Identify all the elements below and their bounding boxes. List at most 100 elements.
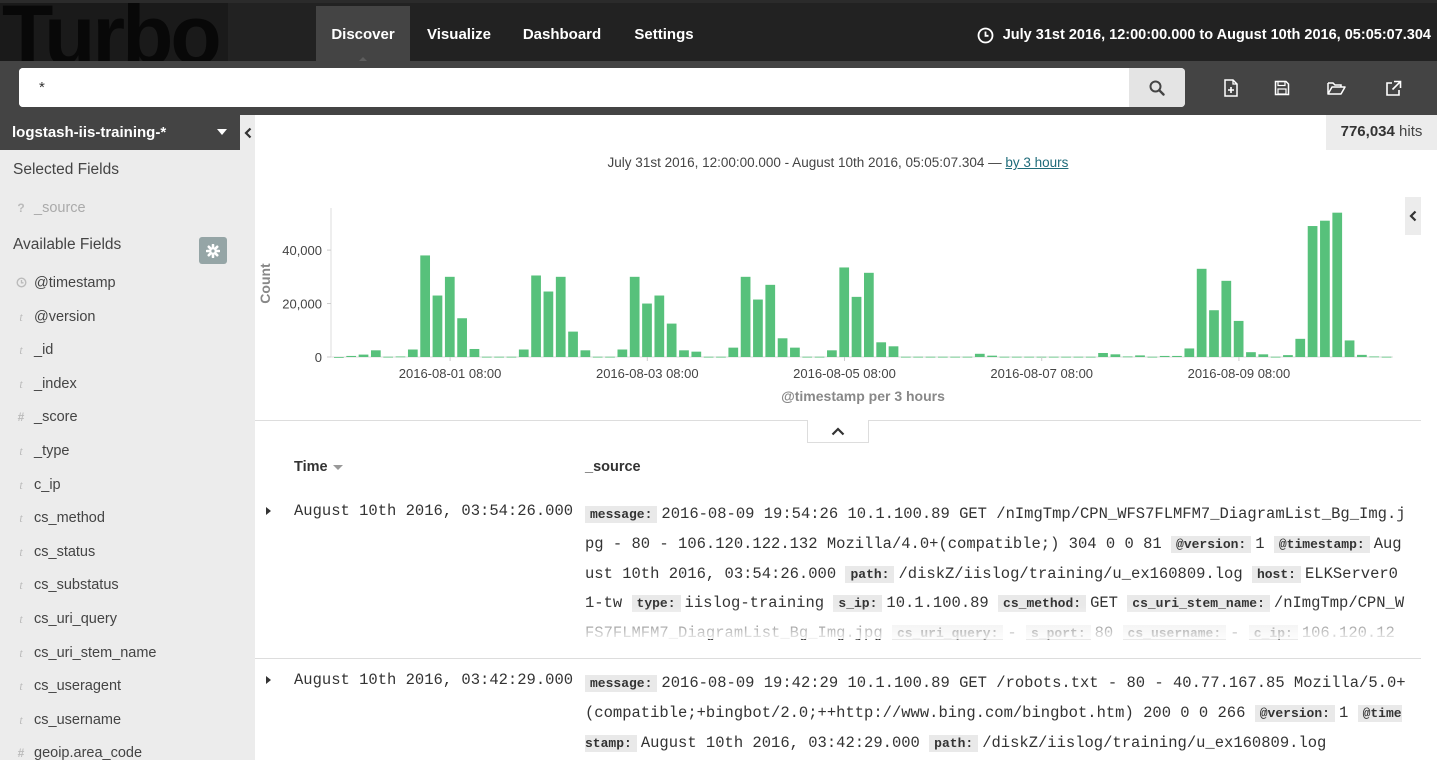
available-fields-title: Available Fields bbox=[13, 236, 122, 253]
histogram-bar bbox=[1209, 310, 1219, 357]
hit-count-label: hits bbox=[1399, 123, 1423, 140]
time-range-picker[interactable]: July 31st 2016, 12:00:00.000 to August 1… bbox=[977, 6, 1431, 64]
field-item-timestamp[interactable]: @timestamp bbox=[0, 267, 240, 299]
histogram-bar bbox=[839, 267, 850, 357]
open-search-button[interactable] bbox=[1323, 76, 1349, 100]
collapse-sidebar-button[interactable] bbox=[240, 115, 255, 150]
field-name: @timestamp bbox=[34, 275, 116, 291]
tab-discover[interactable]: Discover bbox=[316, 6, 410, 64]
search-icon bbox=[1149, 80, 1165, 96]
interval-selector-link[interactable]: by 3 hours bbox=[1005, 155, 1068, 170]
string-type-icon: t bbox=[19, 679, 23, 694]
histogram-bar bbox=[592, 356, 603, 358]
histogram-bar bbox=[444, 276, 455, 357]
x-tick-label: 2016-08-03 08:00 bbox=[596, 366, 699, 381]
histogram-bar bbox=[962, 356, 973, 358]
histogram-bar bbox=[1270, 356, 1281, 358]
tab-dashboard-label: Dashboard bbox=[522, 26, 602, 43]
histogram-bar bbox=[555, 276, 566, 357]
field-item-cs-method[interactable]: t cs_method bbox=[0, 502, 240, 534]
field-item-source[interactable]: ? _source bbox=[0, 192, 240, 224]
histogram-bar bbox=[999, 356, 1010, 358]
y-tick-label: 20,000 bbox=[282, 297, 322, 312]
histogram-bar bbox=[1085, 356, 1096, 358]
new-search-button[interactable] bbox=[1218, 76, 1244, 100]
histogram-bar bbox=[790, 347, 800, 357]
histogram-bar bbox=[925, 356, 936, 358]
share-search-button[interactable] bbox=[1380, 76, 1406, 100]
histogram-bar bbox=[937, 356, 948, 358]
string-type-icon: t bbox=[19, 511, 23, 526]
unknown-type-icon: ? bbox=[17, 201, 25, 215]
histogram-bar bbox=[679, 350, 689, 357]
hit-count-value: 776,034 bbox=[1340, 123, 1395, 140]
open-folder-icon bbox=[1326, 81, 1346, 95]
field-item-geoip-area-code[interactable]: # geoip.area_code bbox=[0, 737, 240, 760]
histogram-bar bbox=[1221, 280, 1232, 357]
index-pattern-selector[interactable]: logstash-iis-training-* bbox=[0, 115, 240, 150]
field-item-id[interactable]: t _id bbox=[0, 334, 240, 366]
histogram-bar bbox=[580, 350, 591, 357]
field-name: cs_uri_stem_name bbox=[34, 644, 157, 661]
field-item-score[interactable]: # _score bbox=[0, 401, 240, 433]
tab-visualize[interactable]: Visualize bbox=[414, 6, 504, 64]
number-type-icon: # bbox=[17, 746, 25, 760]
field-name: _source bbox=[34, 200, 86, 216]
tab-settings[interactable]: Settings bbox=[620, 6, 708, 64]
source-field-key: @version: bbox=[1171, 535, 1252, 553]
row-source: message: 2016-08-09 19:42:29 10.1.100.89 … bbox=[585, 669, 1407, 760]
top-navbar: Turbo Discover Visualize Dashboard Setti… bbox=[0, 0, 1437, 64]
field-item-cs-substatus[interactable]: t cs_substatus bbox=[0, 569, 240, 601]
field-item-cs-status[interactable]: t cs_status bbox=[0, 536, 240, 568]
collapse-right-button[interactable] bbox=[1405, 197, 1421, 235]
index-pattern-name: logstash-iis-training-* bbox=[12, 124, 167, 141]
caret-right-icon[interactable] bbox=[263, 505, 273, 517]
field-item-index[interactable]: t _index bbox=[0, 368, 240, 400]
histogram-bar bbox=[518, 349, 529, 357]
field-item-cs-uri-stem-name[interactable]: t cs_uri_stem_name bbox=[0, 637, 240, 669]
caret-right-icon[interactable] bbox=[263, 674, 273, 686]
search-button[interactable] bbox=[1129, 68, 1185, 107]
field-name: cs_username bbox=[34, 711, 122, 728]
field-item-c-ip[interactable]: t c_ip bbox=[0, 469, 240, 501]
chevron-down-icon bbox=[217, 129, 227, 135]
source-field-key: @version: bbox=[1254, 704, 1335, 722]
sort-descending-icon[interactable] bbox=[332, 464, 343, 470]
field-name: cs_status bbox=[34, 543, 96, 560]
save-icon bbox=[1274, 80, 1290, 96]
histogram-bar bbox=[1135, 355, 1145, 357]
histogram-bar bbox=[814, 356, 825, 358]
field-item-cs-username[interactable]: t cs_username bbox=[0, 704, 240, 736]
histogram-bar bbox=[1344, 340, 1355, 357]
histogram-bar bbox=[629, 276, 640, 357]
histogram-bar bbox=[358, 354, 369, 357]
search-input[interactable] bbox=[19, 68, 1129, 107]
histogram-bar bbox=[531, 275, 541, 357]
histogram-bar bbox=[1110, 354, 1121, 357]
new-document-icon bbox=[1224, 79, 1238, 97]
histogram-bar bbox=[370, 350, 381, 357]
histogram-bar bbox=[802, 356, 813, 358]
time-column-header[interactable]: Time bbox=[294, 459, 343, 475]
save-search-button[interactable] bbox=[1269, 76, 1295, 100]
string-type-icon: t bbox=[19, 343, 23, 358]
histogram-bar bbox=[1332, 212, 1343, 357]
histogram-bar bbox=[900, 356, 911, 358]
field-item-type[interactable]: t _type bbox=[0, 435, 240, 467]
field-name: _id bbox=[34, 342, 54, 359]
histogram-bar bbox=[1307, 226, 1318, 357]
table-row: August 10th 2016, 03:54:26.000 message: 2… bbox=[255, 499, 1421, 640]
histogram-bar bbox=[691, 351, 702, 357]
field-item-version[interactable]: t @version bbox=[0, 301, 240, 333]
field-item-cs-uri-query[interactable]: t cs_uri_query bbox=[0, 603, 240, 635]
histogram-bar bbox=[543, 291, 554, 357]
field-item-cs-useragent[interactable]: t cs_useragent bbox=[0, 670, 240, 702]
source-field-value: /diskZ/iislog/training/u_ex160809.log bbox=[898, 564, 1243, 583]
histogram-bar bbox=[1196, 268, 1207, 357]
histogram-bar bbox=[506, 356, 517, 358]
tab-dashboard[interactable]: Dashboard bbox=[510, 6, 614, 64]
tab-settings-label: Settings bbox=[634, 26, 694, 43]
collapse-chart-button[interactable] bbox=[807, 420, 869, 443]
field-settings-button[interactable] bbox=[199, 237, 227, 264]
source-field-key: message: bbox=[585, 675, 658, 692]
